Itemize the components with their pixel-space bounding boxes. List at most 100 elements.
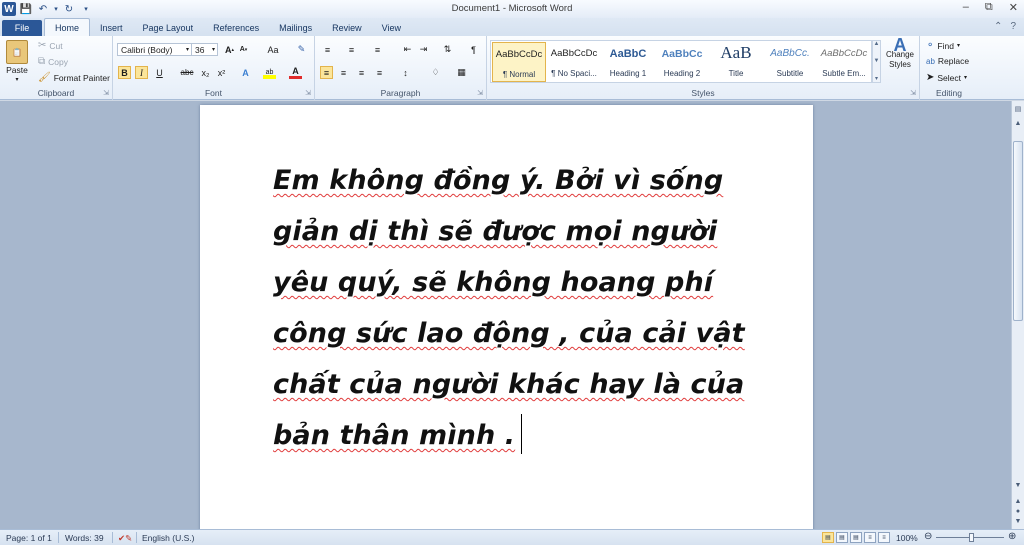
justify-icon[interactable]: ≡	[373, 66, 386, 79]
document-area[interactable]: Em không đồng ý. Bởi vì sống giản dị thì…	[0, 101, 1011, 529]
text-effects-icon[interactable]: A	[239, 66, 252, 79]
shading-icon[interactable]: ♢	[429, 66, 442, 79]
font-launcher-icon[interactable]: ⇲	[305, 89, 311, 97]
change-case-button[interactable]: Aa	[264, 43, 282, 56]
tab-mailings[interactable]: Mailings	[269, 20, 322, 36]
show-marks-icon[interactable]: ¶	[467, 43, 480, 56]
full-screen-reading-icon[interactable]: ▤	[836, 532, 848, 543]
web-layout-icon[interactable]: ▤	[850, 532, 862, 543]
language[interactable]: English (U.S.)	[142, 533, 194, 543]
bold-button[interactable]: B	[118, 66, 131, 79]
dropdown-icon[interactable]: ▾	[53, 2, 59, 16]
format-painter-button[interactable]: 🖌 Format Painter	[38, 72, 110, 83]
customize-qat-icon[interactable]: ▾	[79, 2, 93, 16]
minimize-icon[interactable]: –	[963, 1, 969, 14]
align-right-icon[interactable]: ≡	[355, 66, 368, 79]
align-left-icon[interactable]: ≡	[320, 66, 333, 79]
multilevel-list-icon[interactable]: ≡	[371, 43, 384, 56]
font-size-box[interactable]: 36 ▾	[191, 43, 218, 56]
change-styles-button[interactable]: A Change Styles	[884, 36, 916, 70]
tab-references[interactable]: References	[203, 20, 269, 36]
copy-button[interactable]: ⧉ Copy	[38, 56, 68, 67]
increase-indent-icon[interactable]: ⇥	[417, 43, 430, 56]
ruler-toggle-icon[interactable]: ▤	[1012, 103, 1024, 115]
style-subtitle[interactable]: AaBbCc. Subtitle	[763, 42, 817, 82]
chevron-down-icon[interactable]: ▼	[874, 58, 880, 64]
zoom-level[interactable]: 100%	[896, 533, 918, 543]
borders-icon[interactable]: ▦	[455, 66, 468, 79]
style-normal[interactable]: AaBbCcDc ¶ Normal	[492, 42, 546, 82]
decrease-indent-icon[interactable]: ⇤	[401, 43, 414, 56]
font-color-icon[interactable]: A	[289, 66, 302, 79]
subscript-button[interactable]: x₂	[199, 66, 212, 79]
close-icon[interactable]: ✕	[1009, 1, 1018, 14]
tab-review[interactable]: Review	[322, 20, 372, 36]
page-count[interactable]: Page: 1 of 1	[6, 533, 52, 543]
scroll-thumb[interactable]	[1013, 141, 1023, 321]
line-spacing-icon[interactable]: ↕	[399, 66, 412, 79]
style-no-spacing[interactable]: AaBbCcDc ¶ No Spaci...	[547, 42, 601, 82]
scroll-up-icon[interactable]: ▲	[1012, 117, 1024, 129]
document-line[interactable]: yêu quý, sẽ không hoang phí	[273, 257, 773, 308]
undo-icon[interactable]: ↶	[36, 2, 50, 16]
print-layout-icon[interactable]: ▤	[822, 532, 834, 543]
grow-font-button[interactable]: A ▴	[223, 43, 236, 56]
style-subtle-emphasis[interactable]: AaBbCcDc Subtle Em...	[817, 42, 871, 82]
tab-home[interactable]: Home	[44, 18, 91, 36]
word-logo-icon[interactable]: W	[2, 2, 16, 16]
document-line[interactable]: bản thân mình .	[273, 420, 515, 451]
document-body[interactable]: Em không đồng ý. Bởi vì sống giản dị thì…	[273, 155, 773, 461]
document-line[interactable]: công sức lao động , của cải vật	[273, 308, 773, 359]
next-page-icon[interactable]: ▼	[1012, 515, 1024, 527]
cut-button[interactable]: ✂ Cut	[38, 40, 63, 51]
tab-file[interactable]: File	[2, 20, 42, 36]
paste-button[interactable]: 📋 Paste ▾	[6, 40, 28, 83]
font-name-box[interactable]: Calibri (Body) ▾	[117, 43, 192, 56]
draft-icon[interactable]: ≡	[878, 532, 890, 543]
tab-view[interactable]: View	[372, 20, 411, 36]
scroll-down-icon[interactable]: ▼	[1012, 479, 1024, 491]
superscript-button[interactable]: x²	[215, 66, 228, 79]
shrink-font-button[interactable]: A ▾	[237, 43, 250, 56]
document-page[interactable]: Em không đồng ý. Bởi vì sống giản dị thì…	[200, 105, 813, 529]
styles-gallery-scroll[interactable]: ▲ ▼ ▾	[872, 40, 881, 83]
clear-formatting-icon[interactable]: ✎	[295, 43, 308, 56]
vertical-scrollbar[interactable]: ▤ ▲ ▼ ▲ ● ▼	[1011, 101, 1024, 529]
numbering-icon[interactable]: ≡	[345, 43, 358, 56]
outline-icon[interactable]: ≡	[864, 532, 876, 543]
zoom-in-icon[interactable]: ⊕	[1008, 531, 1016, 542]
document-line[interactable]: giản dị thì sẽ được mọi người	[273, 206, 773, 257]
bullets-icon[interactable]: ≡	[321, 43, 334, 56]
tab-page-layout[interactable]: Page Layout	[133, 20, 204, 36]
sort-icon[interactable]: ⇅	[441, 43, 454, 56]
redo-icon[interactable]: ↻	[62, 2, 76, 16]
style-title[interactable]: AaB Title	[709, 42, 763, 82]
minimize-ribbon-icon[interactable]: ⌃	[994, 21, 1002, 32]
find-button[interactable]: ⚬ Find ▾	[926, 40, 960, 51]
document-line[interactable]: chất của người khác hay là của	[273, 359, 773, 410]
save-icon[interactable]: 💾	[19, 2, 33, 16]
document-last-line[interactable]: bản thân mình .	[273, 410, 773, 461]
style-heading-2[interactable]: AaBbCc Heading 2	[655, 42, 709, 82]
strikethrough-button[interactable]: abc	[179, 66, 195, 79]
help-icon[interactable]: ?	[1010, 21, 1016, 32]
replace-button[interactable]: ab Replace	[926, 56, 969, 66]
style-heading-1[interactable]: AaBbC Heading 1	[601, 42, 655, 82]
proofing-icon[interactable]: ✔✎	[118, 533, 132, 544]
styles-launcher-icon[interactable]: ⇲	[910, 89, 916, 97]
more-icon[interactable]: ▾	[875, 75, 878, 82]
align-center-icon[interactable]: ≡	[337, 66, 350, 79]
word-count[interactable]: Words: 39	[65, 533, 104, 543]
chevron-up-icon[interactable]: ▲	[874, 41, 880, 47]
select-button[interactable]: ➤ Select ▾	[926, 72, 967, 83]
document-line[interactable]: Em không đồng ý. Bởi vì sống	[273, 155, 773, 206]
clipboard-launcher-icon[interactable]: ⇲	[103, 89, 109, 97]
zoom-slider-thumb[interactable]	[969, 533, 974, 542]
paragraph-launcher-icon[interactable]: ⇲	[477, 89, 483, 97]
restore-icon[interactable]: ⧉	[985, 1, 993, 14]
italic-button[interactable]: I	[135, 66, 148, 79]
highlight-icon[interactable]: ab	[263, 66, 276, 79]
underline-button[interactable]: U	[153, 66, 166, 79]
tab-insert[interactable]: Insert	[90, 20, 133, 36]
zoom-out-icon[interactable]: ⊖	[924, 531, 932, 542]
